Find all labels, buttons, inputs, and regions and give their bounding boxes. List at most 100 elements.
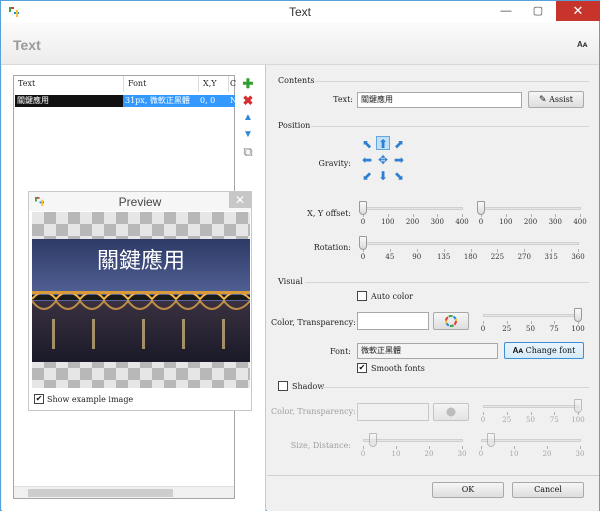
slider-tick [396,446,397,449]
slider-tick-label: 75 [549,325,559,333]
slider-tick [530,412,532,415]
visual-transparency-slider[interactable]: 0 25 50 75 100 [480,308,585,334]
slider-tick-label: 270 [517,253,531,261]
cancel-button[interactable]: Cancel [512,482,584,498]
slider-thumb[interactable] [477,201,485,215]
shadow-divider [321,387,589,388]
minimize-button[interactable]: — [491,1,521,21]
text-input[interactable]: 關鍵應用 [357,92,522,108]
font-field: 微軟正黑體 [357,343,498,359]
text-dialog-window: Text — ▢ ✕ Text Aᴀ Text Font X,Y C 關鍵應用 … [0,0,600,511]
gravity-bottom-right-icon[interactable]: ⬊ [392,169,406,183]
column-header-c[interactable]: C [229,76,236,92]
change-font-label: Change font [525,346,576,355]
slider-tick-label: 20 [424,450,434,458]
font-size-icon[interactable]: Aᴀ [577,40,587,49]
slider-tick [547,446,548,449]
preview-title: Preview [118,195,162,209]
delete-icon[interactable]: ✖ [242,94,254,107]
smooth-fonts-checkbox[interactable]: ✔ [357,363,367,373]
slider-tick-label: 200 [523,218,538,226]
gravity-center-icon[interactable]: ✥ [376,153,390,167]
slider-tick-label: 0 [480,325,486,333]
slider-tick-label: 100 [381,218,395,226]
gravity-bottom-left-icon[interactable]: ⬋ [360,169,374,183]
slider-tick-label: 360 [571,253,585,261]
slider-tick-label: 135 [436,253,451,261]
slider-tick-label: 200 [405,218,420,226]
color-transparency-label: Color, Transparency: [271,318,356,327]
rotation-slider[interactable]: 0 45 90 135 180 225 270 315 360 [359,236,585,262]
slider-tick-label: 100 [571,325,585,333]
slider-tick-label: 10 [391,450,401,458]
move-down-icon[interactable]: ▼ [242,129,254,141]
slider-tick [497,249,499,252]
slider-tick-label: 0 [478,218,484,226]
preview-title-bar[interactable]: Preview ✕ [29,192,251,211]
slider-tick [578,249,579,252]
preview-close-button[interactable]: ✕ [229,192,251,208]
shadow-checkbox[interactable] [278,381,288,391]
close-button[interactable]: ✕ [556,1,600,21]
slider-tick [506,321,508,324]
row-font: 31px, 微軟正黑體 [125,96,190,105]
slider-tick [470,249,472,252]
column-header-xy[interactable]: X,Y [199,76,229,92]
slider-tick-label: 0 [360,450,366,458]
slider-tick [580,446,581,449]
visual-section-title: Visual [278,277,303,286]
scrollbar-thumb[interactable] [28,489,173,497]
font-icon: Aᴀ [512,346,524,355]
gravity-top-center-icon[interactable]: ⬆ [376,136,390,151]
shadow-transparency-slider: 0 25 50 75 100 [480,399,585,425]
slider-thumb[interactable] [359,201,367,215]
rotation-label: Rotation: [313,243,351,252]
slider-tick [506,412,508,415]
change-font-button[interactable]: Aᴀ Change font [504,342,584,359]
auto-color-checkbox[interactable] [357,291,367,301]
column-header-font[interactable]: Font [124,76,199,92]
slider-tick-label: 315 [544,253,558,261]
slider-thumb[interactable] [574,308,582,322]
slider-thumb [486,433,495,447]
slider-tick [530,214,532,217]
shadow-distance-slider: 0 10 20 30 [479,433,584,459]
slider-tick-label: 50 [526,325,535,333]
ok-button[interactable]: OK [432,482,504,498]
copy-icon[interactable]: ⧉ [242,145,254,158]
gravity-label: Gravity: [318,159,352,168]
slider-tick-label: 90 [412,253,422,261]
color-wheel-icon [445,315,457,327]
x-offset-slider[interactable]: 0 100 200 300 400 [359,201,469,227]
gravity-bottom-center-icon[interactable]: ⬇ [376,169,390,183]
slider-thumb [368,433,377,447]
font-label: Font: [330,347,351,356]
y-offset-slider[interactable]: 0 100 200 300 400 [477,201,587,227]
maximize-button[interactable]: ▢ [523,1,553,21]
slider-tick-label: 75 [549,416,559,424]
color-picker-button[interactable] [433,312,469,330]
slider-tick-label: 20 [542,450,552,458]
slider-tick-label: 0 [480,416,486,424]
gravity-top-right-icon[interactable]: ⬈ [392,137,406,151]
column-header-text[interactable]: Text [14,76,124,92]
move-up-icon[interactable]: ▲ [242,112,254,124]
add-icon[interactable]: ✚ [242,77,254,90]
slider-track [481,439,581,442]
show-example-checkbox[interactable]: ✔ [34,394,44,404]
contents-divider [315,81,589,82]
slider-thumb[interactable] [359,236,367,250]
slider-tick [437,214,439,217]
assist-button[interactable]: ✎ Assist [528,91,584,108]
table-row[interactable]: 關鍵應用 31px, 微軟正黑體 0, 0 N [15,95,237,107]
gravity-right-icon[interactable]: ➡ [392,153,406,167]
header-title: Text [13,37,41,53]
horizontal-scrollbar[interactable] [14,486,234,498]
gravity-top-left-icon[interactable]: ⬉ [360,137,374,151]
title-bar[interactable]: Text — ▢ ✕ [1,1,600,23]
color-swatch-field[interactable] [357,312,429,330]
text-label: Text: [333,95,353,104]
gravity-left-icon[interactable]: ⬅ [360,153,374,167]
slider-tick [412,214,414,217]
dialog-header: Text Aᴀ [1,23,599,65]
